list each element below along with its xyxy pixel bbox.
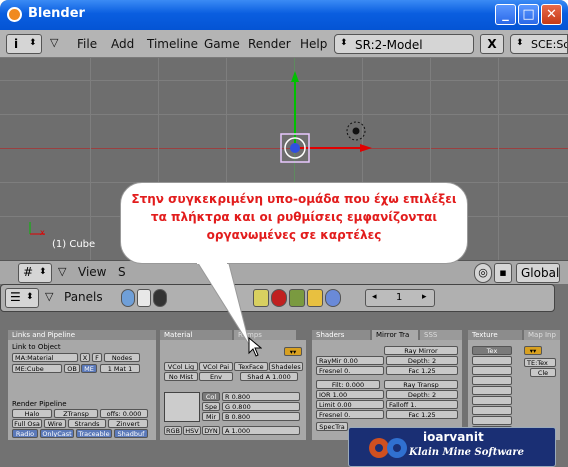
- callout-text: Στην συγκεκριμένη υπο-ομάδα που έχω επιλ…: [131, 192, 457, 242]
- gear-logo-icon: [369, 438, 407, 458]
- logo-name: ioarvanit: [423, 430, 484, 444]
- mouse-pointer-icon: [248, 337, 262, 357]
- logo-tagline: Klain Mine Software: [409, 447, 525, 458]
- watermark-logo: ioarvanit Klain Mine Software: [348, 427, 556, 467]
- blender-window: Blender _ □ ✕ i ⬍ ▽ File Add Timeline Ga…: [0, 0, 568, 467]
